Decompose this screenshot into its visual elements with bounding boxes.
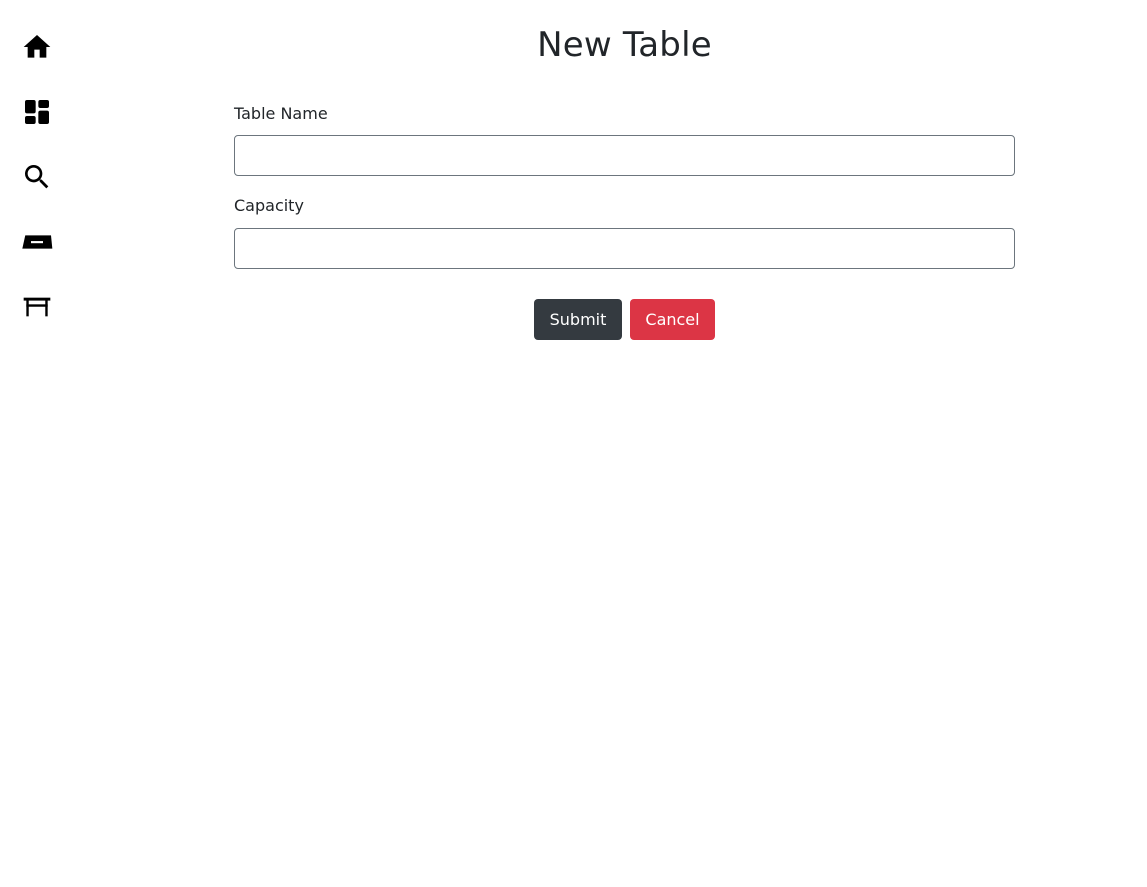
cancel-button[interactable]: Cancel (630, 299, 715, 340)
table-name-input[interactable] (234, 135, 1015, 176)
new-table-form-page: New Table Table Name Capacity Submit Can… (0, 0, 1147, 887)
submit-button[interactable]: Submit (534, 299, 622, 340)
capacity-label: Capacity (234, 196, 304, 215)
table-name-label: Table Name (234, 104, 328, 123)
page-title: New Table (537, 25, 712, 65)
capacity-input[interactable] (234, 228, 1015, 269)
